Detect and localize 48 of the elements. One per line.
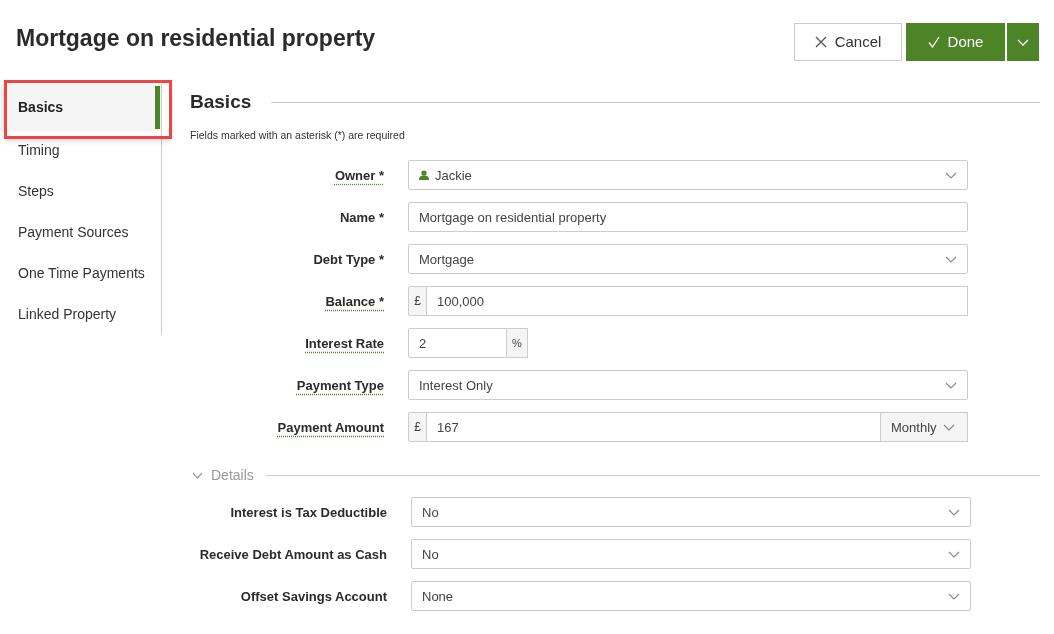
amount-field[interactable]: 167 [427, 412, 881, 443]
period-select[interactable]: Monthly [881, 412, 968, 443]
field-label: Interest is Tax Deductible [230, 503, 387, 522]
field-label: Interest Rate [305, 334, 384, 353]
close-icon [814, 36, 827, 48]
select-field[interactable]: Jackie [408, 160, 968, 191]
sidebar-item[interactable]: One Time Payments [0, 253, 161, 294]
checkmark-icon [927, 36, 940, 48]
chevron-down-icon [948, 592, 960, 600]
currency-prefix: £ [408, 286, 427, 317]
select-field[interactable]: Interest Only [408, 370, 968, 401]
person-icon [419, 170, 429, 181]
field-label: Balance * [325, 292, 384, 311]
sidebar-item[interactable]: Linked Property [0, 294, 161, 335]
section-heading: Basics [190, 90, 252, 114]
chevron-down-icon [942, 423, 955, 431]
chevron-down-icon [945, 381, 957, 389]
dropdown-button[interactable] [1007, 23, 1039, 61]
sidebar-item[interactable]: Timing [0, 131, 161, 171]
currency-prefix: £ [408, 412, 427, 443]
field-label: Receive Debt Amount as Cash [199, 545, 387, 564]
caret-icon [1017, 38, 1029, 46]
selected-indicator [155, 86, 160, 129]
sidebar-item[interactable]: Basics [0, 84, 161, 131]
chevron-down-icon [945, 255, 957, 263]
select-field[interactable]: No [411, 497, 971, 528]
sidebar-item[interactable]: Payment Sources [0, 212, 161, 253]
field-label: Debt Type * [313, 250, 384, 269]
text-field[interactable]: Mortgage on residential property [408, 202, 968, 233]
field-label: Payment Amount [277, 418, 384, 437]
done-button[interactable]: Done [906, 23, 1005, 61]
percent-suffix: % [507, 328, 528, 359]
field-label: Owner * [334, 166, 384, 185]
sidebar-item[interactable]: Steps [0, 171, 161, 212]
select-field[interactable]: Mortgage [408, 244, 968, 275]
select-field[interactable]: No [411, 539, 971, 570]
amount-field[interactable]: 100,000 [427, 286, 968, 317]
select-field[interactable]: None [411, 581, 971, 612]
page-title: Mortgage on residential property [16, 24, 376, 53]
rate-field[interactable]: 2 [408, 328, 507, 359]
field-label: Name * [339, 208, 384, 227]
cancel-button[interactable]: Cancel [794, 23, 902, 61]
field-label: Payment Type [296, 376, 384, 395]
chevron-down-icon [948, 508, 960, 516]
field-label: Offset Savings Account [240, 587, 387, 606]
chevron-down-icon [948, 550, 960, 558]
chevron-down-icon [945, 171, 957, 179]
required-note: Fields marked with an asterisk (*) are required [190, 127, 406, 143]
